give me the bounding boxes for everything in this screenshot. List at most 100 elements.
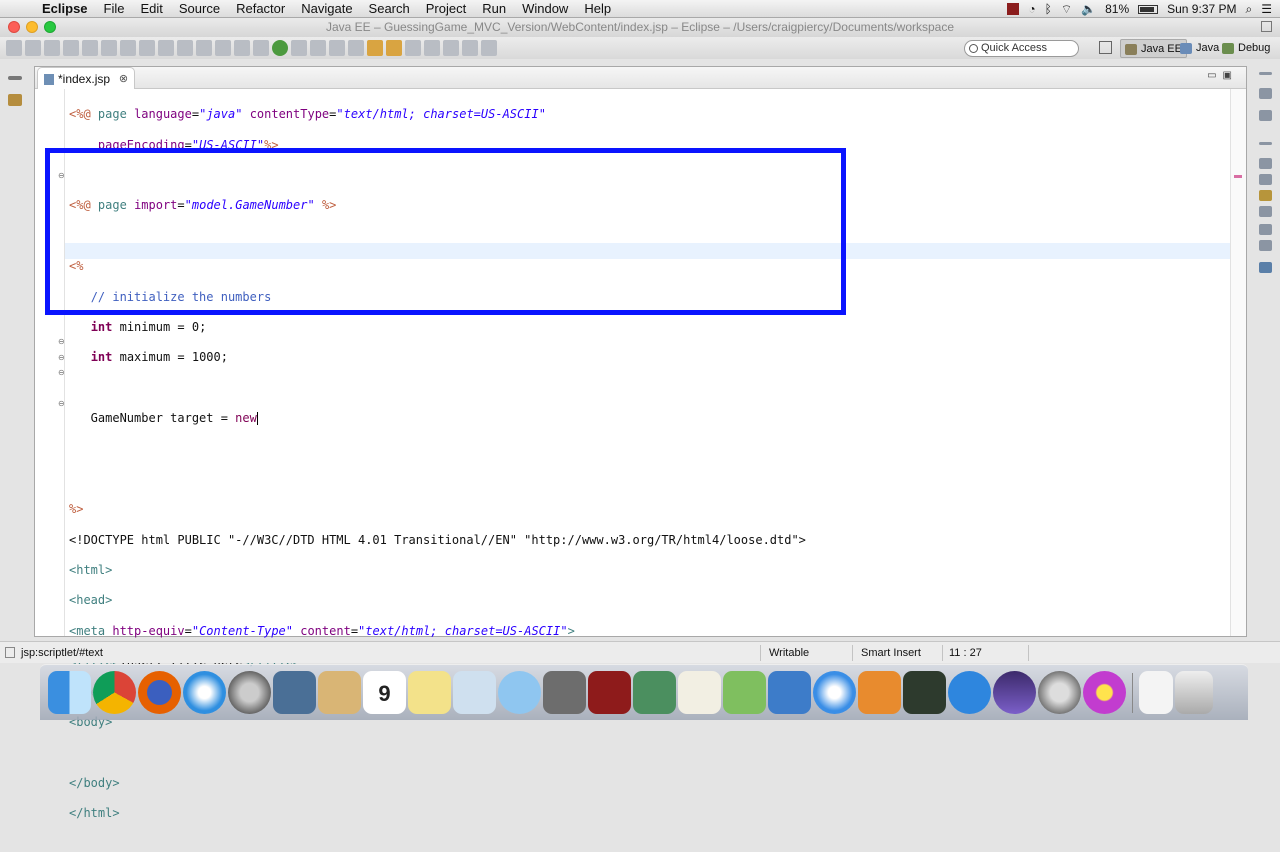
step-over-icon[interactable] — [215, 40, 231, 56]
print-icon[interactable] — [63, 40, 79, 56]
close-window-button[interactable] — [8, 21, 20, 33]
menu-search[interactable]: Search — [361, 0, 418, 18]
fold-toggle-icon[interactable]: ⊖ — [58, 171, 65, 180]
open-task-icon[interactable] — [386, 40, 402, 56]
clock[interactable]: Sun 9:37 PM — [1167, 2, 1236, 16]
save-all-icon[interactable] — [44, 40, 60, 56]
open-perspective-icon[interactable] — [1099, 41, 1112, 54]
terminate-icon[interactable] — [177, 40, 193, 56]
restore-icon[interactable] — [8, 76, 22, 80]
flower-app-icon[interactable] — [1083, 671, 1126, 714]
markers-icon[interactable] — [1259, 158, 1272, 169]
ibooks-icon[interactable] — [858, 671, 901, 714]
task-list-icon[interactable] — [1259, 110, 1272, 121]
menu-help[interactable]: Help — [576, 0, 619, 18]
menu-source[interactable]: Source — [171, 0, 228, 18]
fold-toggle-icon[interactable]: ⊖ — [58, 399, 65, 408]
minimize-window-button[interactable] — [26, 21, 38, 33]
open-type-icon[interactable] — [367, 40, 383, 56]
battery-icon[interactable] — [1138, 4, 1159, 14]
spotlight-icon[interactable]: ⌕ — [1246, 2, 1253, 17]
code-text-area[interactable]: <%@ page language="java" contentType="te… — [69, 92, 806, 852]
quick-access-field[interactable]: Quick Access — [964, 40, 1079, 57]
servers-icon[interactable] — [1259, 190, 1272, 201]
fold-toggle-icon[interactable]: ⊖ — [58, 337, 65, 346]
finder-icon[interactable] — [48, 671, 91, 714]
recording-icon[interactable] — [1007, 3, 1020, 15]
problems-icon[interactable] — [1259, 240, 1272, 251]
itunes-icon[interactable] — [813, 671, 856, 714]
bluetooth-icon[interactable]: ᛒ — [1045, 2, 1052, 16]
contacts-icon[interactable] — [318, 671, 361, 714]
outline-icon[interactable] — [1259, 88, 1272, 99]
keynote-icon[interactable] — [768, 671, 811, 714]
firefox-icon[interactable] — [138, 671, 181, 714]
new-wizard-icon[interactable] — [329, 40, 345, 56]
system-preferences-icon[interactable] — [1038, 671, 1081, 714]
notification-center-icon[interactable]: ☰ — [1261, 2, 1272, 16]
tab-index-jsp[interactable]: *index.jsp ⊗ — [37, 67, 136, 90]
perspective-java[interactable]: Java — [1176, 39, 1223, 58]
fold-toggle-icon[interactable]: ⊖ — [58, 368, 65, 377]
terminal-icon[interactable] — [903, 671, 946, 714]
error-marker[interactable] — [1234, 175, 1242, 178]
eclipse-icon[interactable] — [993, 671, 1036, 714]
fullscreen-icon[interactable] — [1261, 21, 1272, 32]
external-tools-icon[interactable] — [291, 40, 307, 56]
menu-edit[interactable]: Edit — [132, 0, 170, 18]
safari-icon[interactable] — [183, 671, 226, 714]
new-java-class-icon[interactable] — [310, 40, 326, 56]
forward-icon[interactable] — [481, 40, 497, 56]
snippets-icon[interactable] — [1259, 224, 1272, 235]
step-into-icon[interactable] — [196, 40, 212, 56]
prev-annotation-icon[interactable] — [443, 40, 459, 56]
step-return-icon[interactable] — [234, 40, 250, 56]
build-icon[interactable] — [120, 40, 136, 56]
eagle-app-icon[interactable] — [273, 671, 316, 714]
close-tab-icon[interactable]: ⊗ — [119, 68, 128, 90]
minimize-maximize-icons[interactable]: ▭▣ — [1207, 70, 1238, 81]
status-insert-mode[interactable]: Smart Insert — [861, 642, 921, 664]
next-annotation-icon[interactable] — [424, 40, 440, 56]
trash-icon[interactable] — [1175, 671, 1213, 714]
wifi-icon[interactable]: ⌔ — [1061, 2, 1072, 17]
back-icon[interactable] — [462, 40, 478, 56]
zoom-window-button[interactable] — [44, 21, 56, 33]
menu-file[interactable]: File — [96, 0, 133, 18]
run-icon[interactable] — [272, 40, 288, 56]
stickies-icon[interactable] — [408, 671, 451, 714]
volume-icon[interactable]: 🔈 — [1081, 2, 1096, 16]
iphoto-icon[interactable] — [633, 671, 676, 714]
textedit-icon[interactable] — [678, 671, 721, 714]
menu-navigate[interactable]: Navigate — [293, 0, 360, 18]
calendar-icon[interactable]: 9 — [363, 671, 406, 714]
perspective-debug[interactable]: Debug — [1218, 39, 1274, 58]
debug-icon[interactable] — [253, 40, 269, 56]
fold-toggle-icon[interactable]: ⊖ — [58, 353, 65, 362]
app-menu[interactable]: Eclipse — [34, 0, 96, 18]
resume-icon[interactable] — [139, 40, 155, 56]
data-source-icon[interactable] — [1259, 206, 1272, 217]
properties-icon[interactable] — [1259, 174, 1272, 185]
search-toolbar-icon[interactable] — [405, 40, 421, 56]
restore-icon[interactable] — [1259, 72, 1272, 75]
project-explorer-icon[interactable] — [8, 94, 22, 106]
server-icon[interactable] — [82, 40, 98, 56]
console-icon[interactable] — [1259, 262, 1272, 273]
preview-icon[interactable] — [453, 671, 496, 714]
menu-run[interactable]: Run — [474, 0, 514, 18]
numbers-icon[interactable] — [723, 671, 766, 714]
new-icon[interactable] — [6, 40, 22, 56]
menu-project[interactable]: Project — [418, 0, 474, 18]
launchpad-icon[interactable] — [228, 671, 271, 714]
menu-refactor[interactable]: Refactor — [228, 0, 293, 18]
skip-breakpoints-icon[interactable] — [101, 40, 117, 56]
time-machine-icon[interactable]: ◔ — [1028, 2, 1035, 16]
chrome-icon[interactable] — [93, 671, 136, 714]
document-icon[interactable] — [1139, 671, 1173, 714]
suspend-icon[interactable] — [158, 40, 174, 56]
menu-window[interactable]: Window — [514, 0, 576, 18]
facetime-icon[interactable] — [543, 671, 586, 714]
app-store-icon[interactable] — [948, 671, 991, 714]
web-browser-icon[interactable] — [348, 40, 364, 56]
